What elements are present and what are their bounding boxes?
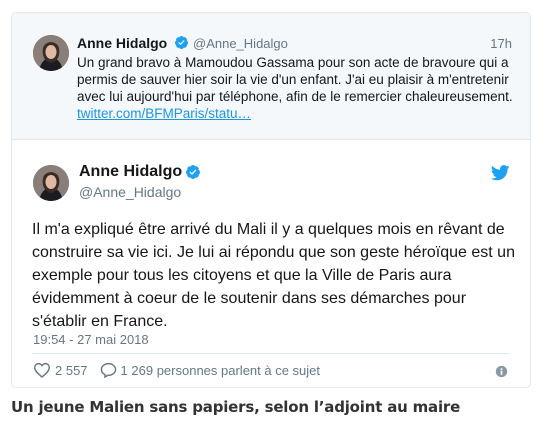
avatar[interactable] — [33, 35, 69, 71]
reply-count: 1 269 personnes parlent à ce sujet — [120, 362, 321, 378]
author-handle[interactable]: @Anne_Hidalgo — [193, 36, 288, 51]
tweet-timestamp[interactable]: 17h — [490, 36, 512, 51]
author-name[interactable]: Anne Hidalgo — [79, 163, 182, 181]
like-count: 2 557 — [55, 362, 88, 378]
verified-badge-icon — [185, 165, 200, 179]
divider — [32, 353, 510, 354]
twitter-bird-icon[interactable] — [491, 165, 510, 181]
tweet-date[interactable]: 19:54 - 27 mai 2018 — [33, 332, 149, 347]
quoted-tweet[interactable]: Anne Hidalgo @Anne_Hidalgo 17h Un grand … — [12, 13, 530, 140]
reply-icon — [100, 362, 116, 378]
tweet-actions: 2 557 1 269 personnes parlent à ce sujet — [33, 360, 320, 380]
avatar[interactable] — [33, 165, 69, 201]
verified-badge-icon — [174, 35, 189, 50]
tweet-link[interactable]: twitter.com/BFMParis/statu… — [77, 106, 251, 121]
tweet-text-body: Un grand bravo à Mamoudou Gassama pour s… — [77, 55, 513, 104]
article-caption: Un jeune Malien sans papiers, selon l’ad… — [11, 398, 461, 416]
info-icon[interactable] — [495, 365, 508, 378]
tweet-text: Un grand bravo à Mamoudou Gassama pour s… — [77, 54, 517, 122]
tweet-text: Il m'a expliqué être arrivé du Mali il y… — [32, 221, 515, 330]
reply-button[interactable]: 1 269 personnes parlent à ce sujet — [100, 362, 320, 378]
heart-icon — [33, 362, 51, 378]
author-handle[interactable]: @Anne_Hidalgo — [79, 184, 181, 200]
embedded-tweet-card: Anne Hidalgo @Anne_Hidalgo 17h Un grand … — [11, 12, 531, 388]
like-button[interactable]: 2 557 — [33, 362, 88, 378]
author-name[interactable]: Anne Hidalgo — [77, 35, 167, 51]
